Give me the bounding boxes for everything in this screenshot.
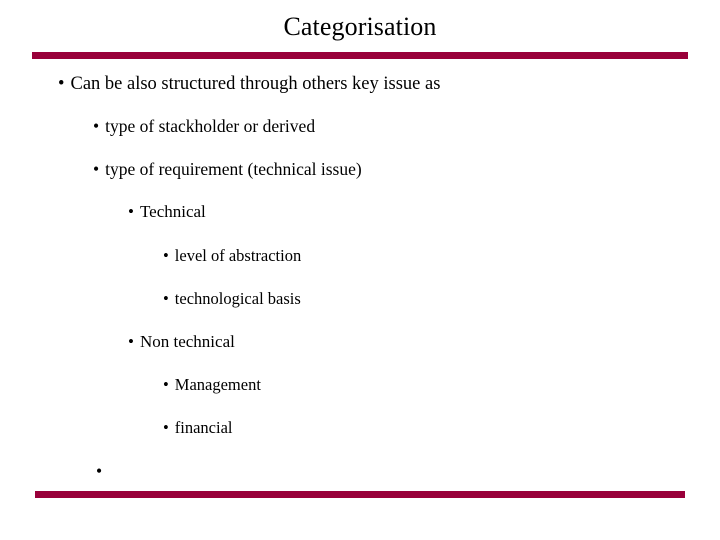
bullet-marker-icon: • — [58, 74, 65, 94]
bullet-item: • technological basis — [163, 288, 301, 310]
bullet-marker-icon: • — [93, 159, 100, 179]
bullet-label: type of requirement (technical issue) — [105, 159, 362, 179]
bullet-label: financial — [174, 418, 233, 437]
page-title: Categorisation — [283, 12, 437, 41]
bullet-item: • Technical — [128, 201, 206, 223]
bullet-label: technological basis — [174, 289, 301, 308]
bullet-item: • type of stackholder or derived — [93, 115, 315, 138]
bullet-marker-icon: • — [128, 202, 134, 221]
bullet-marker-icon: • — [128, 332, 134, 351]
bullet-label: Non technical — [139, 332, 235, 351]
bullet-item: • Management — [163, 374, 261, 396]
bullet-item: • Non technical — [128, 331, 235, 353]
bullet-label: Technical — [139, 202, 206, 221]
bullet-marker-icon: • — [96, 461, 103, 481]
bullet-marker-icon: • — [163, 289, 169, 308]
slide-canvas: Categorisation • Can be also structured t… — [0, 0, 720, 540]
bullet-marker-icon: • — [163, 246, 169, 265]
bullet-label: type of stackholder or derived — [105, 116, 316, 136]
bullet-item-empty: • — [96, 460, 108, 483]
bullet-label: Management — [174, 375, 261, 394]
bullet-marker-icon: • — [163, 375, 169, 394]
bullet-marker-icon: • — [93, 116, 100, 136]
slide-body: • Can be also structured through others k… — [0, 64, 720, 484]
bullet-item: • financial — [163, 417, 233, 439]
bullet-item: • Can be also structured through others k… — [58, 72, 440, 96]
title-divider-rule-top — [32, 52, 688, 59]
footer-divider-rule-bottom — [35, 491, 685, 498]
bullet-item: • level of abstraction — [163, 245, 301, 267]
bullet-marker-icon: • — [163, 418, 169, 437]
bullet-label: Can be also structured through others ke… — [70, 74, 441, 94]
bullet-label: level of abstraction — [174, 246, 302, 265]
bullet-item: • type of requirement (technical issue) — [93, 158, 362, 181]
